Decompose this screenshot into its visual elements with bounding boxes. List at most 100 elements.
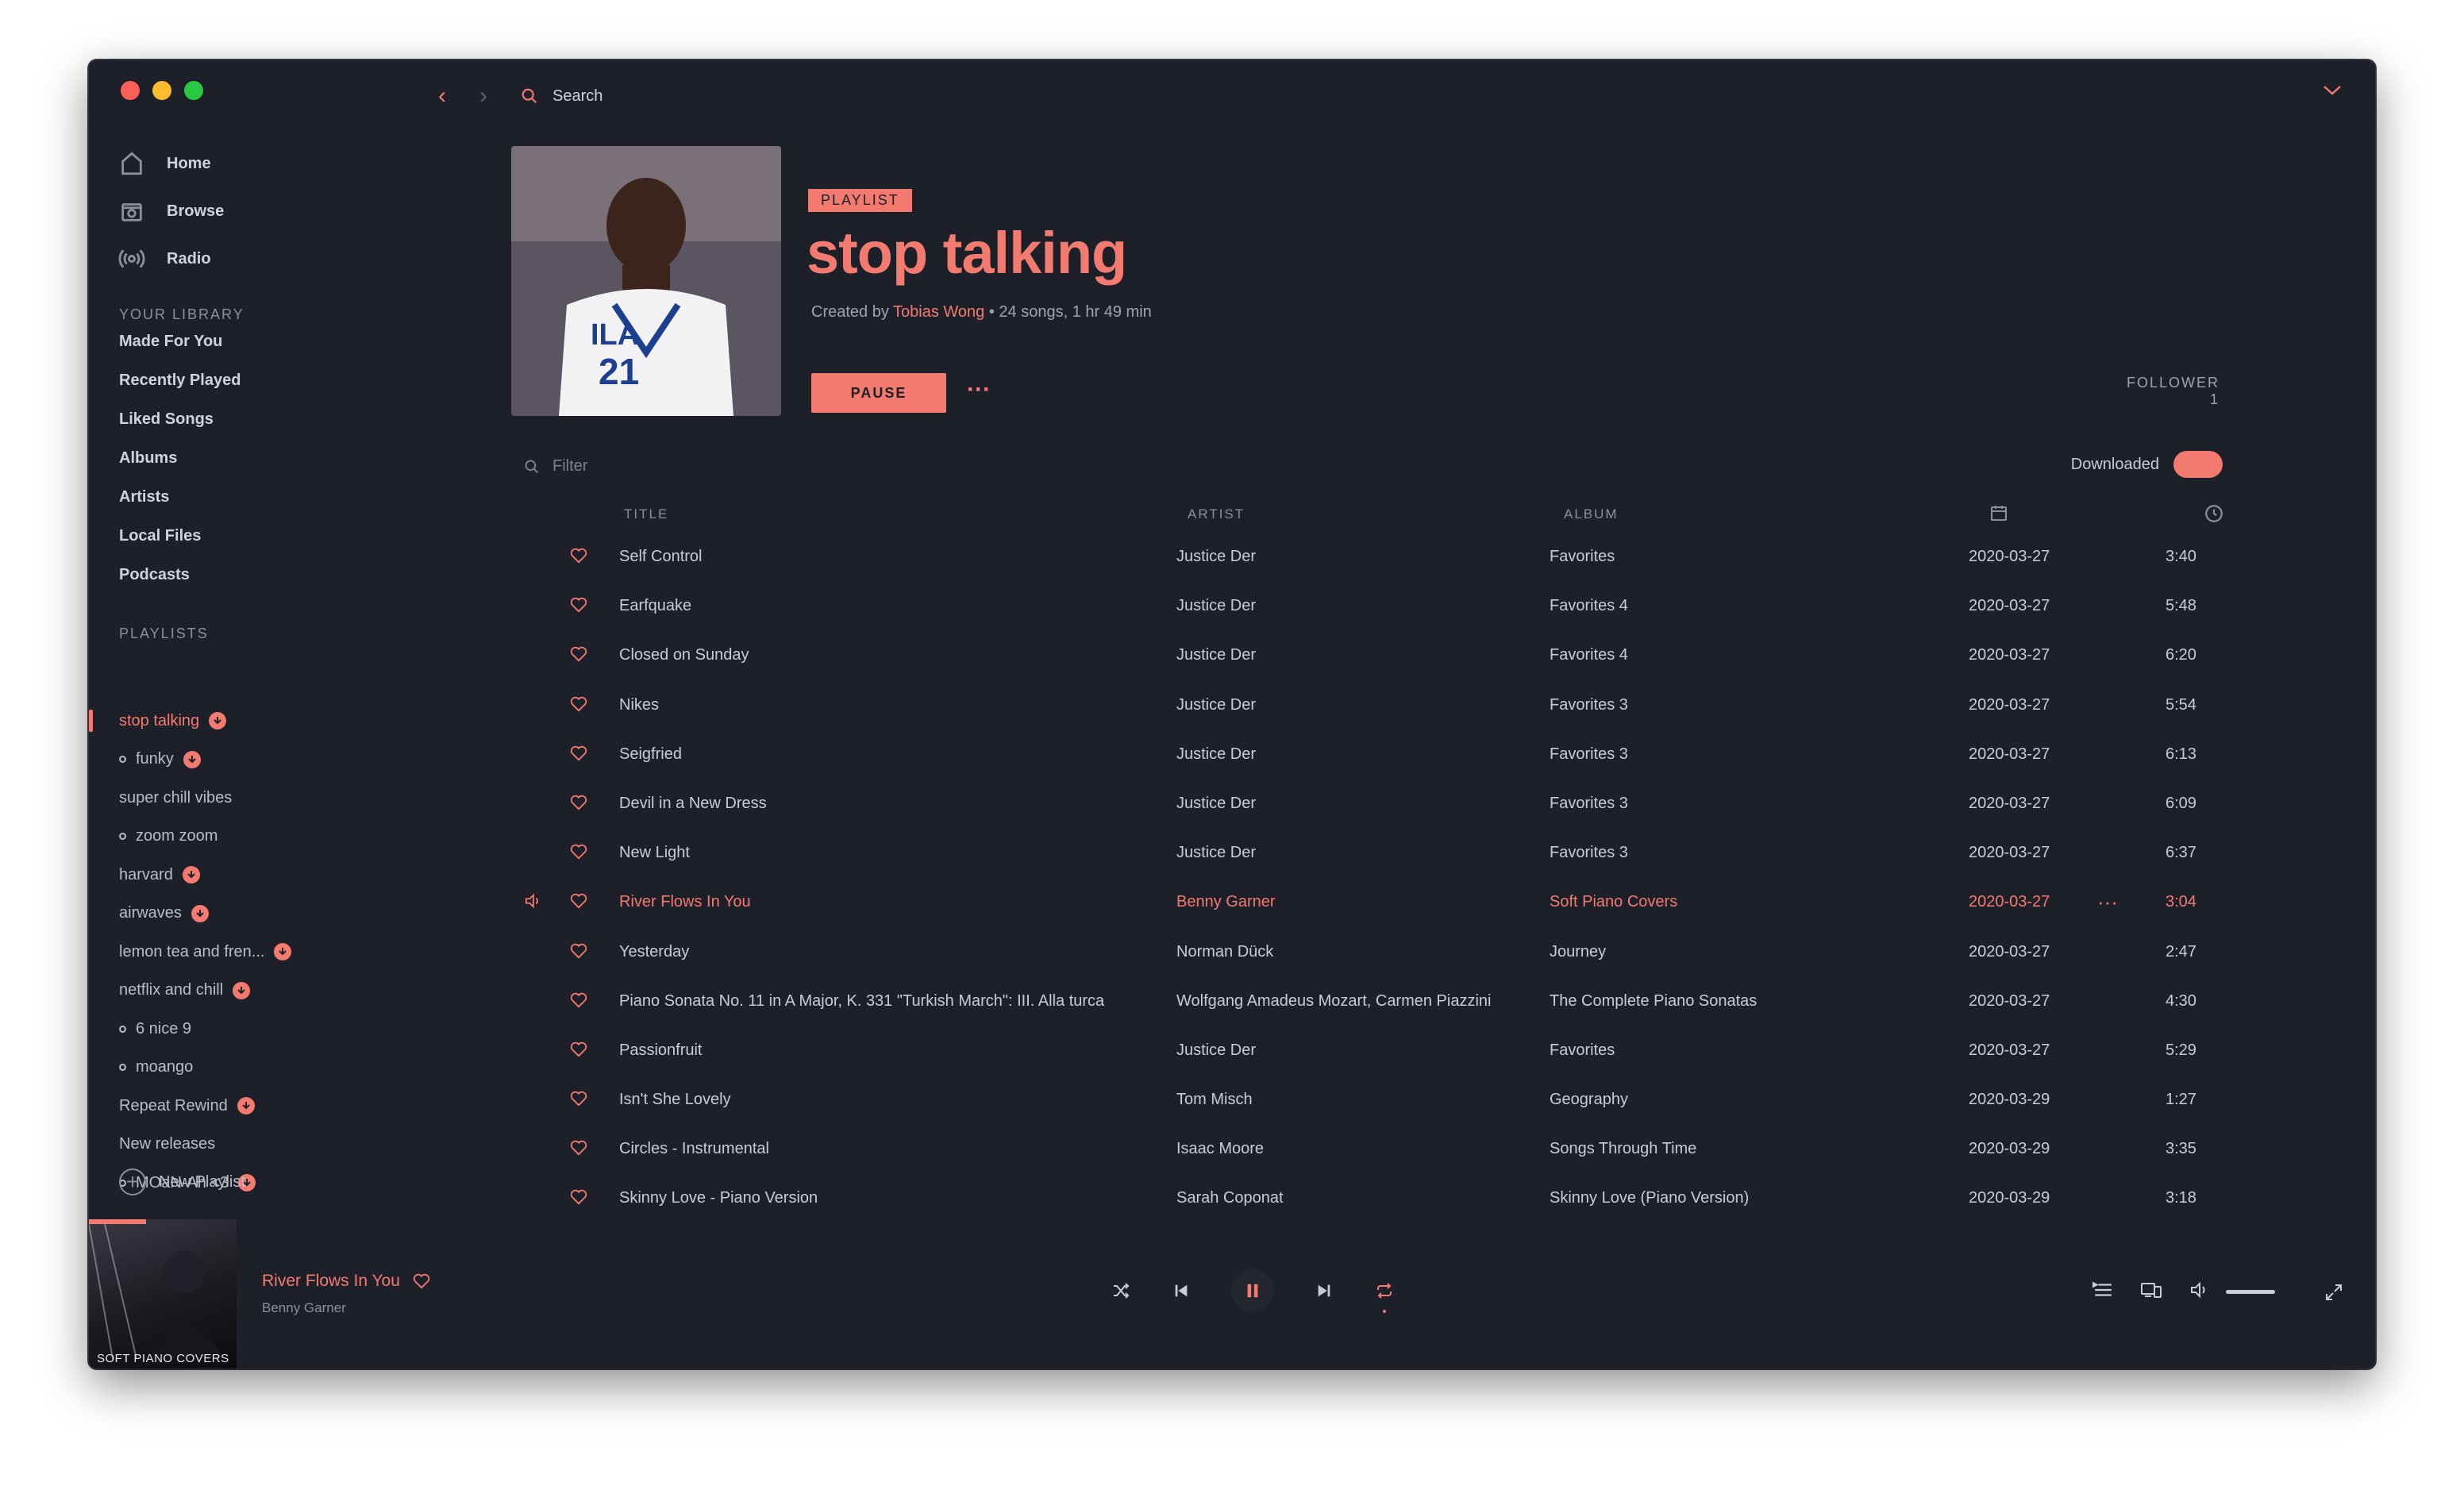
heart-icon[interactable] [570, 893, 587, 909]
heart-icon[interactable] [570, 844, 587, 860]
track-album[interactable]: Soft Piano Covers [1550, 877, 1677, 926]
track-album[interactable]: Favorites 3 [1550, 779, 1628, 828]
track-album[interactable]: Favorites 4 [1550, 581, 1628, 630]
heart-icon[interactable] [570, 1189, 587, 1205]
table-row[interactable]: Skinny Love - Piano Version Sarah Coponat… [89, 1173, 2375, 1222]
clock-icon[interactable] [2204, 503, 2224, 528]
close-window-button[interactable] [121, 81, 140, 100]
heart-icon[interactable] [570, 795, 587, 810]
header-artist[interactable]: ARTIST [1188, 506, 1245, 522]
track-artist[interactable]: Wolfgang Amadeus Mozart, Carmen Piazzini [1176, 976, 1491, 1026]
track-artist[interactable]: Sarah Coponat [1176, 1173, 1284, 1222]
now-playing-title[interactable]: River Flows In You [262, 1272, 400, 1291]
header-title[interactable]: TITLE [624, 506, 668, 522]
repeat-active-dot [1383, 1310, 1386, 1313]
nav-radio[interactable]: Radio [117, 235, 224, 283]
table-row[interactable]: Nikes Justice Der Favorites 3 2020-03-27 5:5… [89, 680, 2375, 730]
track-album[interactable]: Favorites 4 [1550, 630, 1628, 679]
heart-icon[interactable] [570, 943, 587, 959]
table-row[interactable]: Earfquake Justice Der Favorites 4 2020-03-2… [89, 581, 2375, 630]
track-artist[interactable]: Norman Dück [1176, 927, 1273, 976]
track-album[interactable]: The Complete Piano Sonatas [1550, 976, 1757, 1026]
heart-icon[interactable] [413, 1273, 430, 1289]
now-playing-album-art[interactable]: SOFT PIANO COVERS [89, 1219, 237, 1369]
track-artist[interactable]: Justice Der [1176, 532, 1256, 581]
track-artist[interactable]: Justice Der [1176, 1026, 1256, 1075]
track-album[interactable]: Favorites [1550, 1026, 1615, 1075]
track-artist[interactable]: Benny Garner [1176, 877, 1276, 926]
heart-icon[interactable] [570, 745, 587, 761]
track-artist[interactable]: Justice Der [1176, 779, 1256, 828]
table-row[interactable]: Circles - Instrumental Isaac Moore Songs T… [89, 1124, 2375, 1173]
track-album[interactable]: Favorites [1550, 532, 1615, 581]
track-artist[interactable]: Justice Der [1176, 680, 1256, 730]
play-pause-button[interactable] [1211, 1268, 1294, 1313]
track-artist[interactable]: Justice Der [1176, 630, 1256, 679]
table-row[interactable]: Self Control Justice Der Favorites 2020-03-… [89, 532, 2375, 581]
table-row[interactable]: Seigfried Justice Der Favorites 3 2020-03-2… [89, 730, 2375, 779]
track-album[interactable]: Favorites 3 [1550, 828, 1628, 877]
nav-browse[interactable]: Browse [117, 187, 224, 235]
repeat-button[interactable] [1354, 1268, 1415, 1313]
track-album[interactable]: Favorites 3 [1550, 730, 1628, 779]
minimize-window-button[interactable] [152, 81, 171, 100]
shuffle-button[interactable] [1091, 1268, 1151, 1313]
heart-icon[interactable] [570, 1091, 587, 1107]
track-album[interactable]: Skinny Love (Piano Version) [1550, 1173, 1749, 1222]
library-item-recently-played[interactable]: Recently Played [119, 361, 241, 400]
previous-button[interactable] [1151, 1268, 1211, 1313]
track-artist[interactable]: Justice Der [1176, 730, 1256, 779]
track-artist[interactable]: Isaac Moore [1176, 1124, 1264, 1173]
library-heading: YOUR LIBRARY [119, 306, 244, 322]
nav-home[interactable]: Home [117, 140, 224, 187]
track-artist[interactable]: Justice Der [1176, 828, 1256, 877]
heart-icon[interactable] [570, 646, 587, 662]
library-item-albums[interactable]: Albums [119, 439, 241, 478]
fullscreen-icon[interactable] [2324, 1283, 2343, 1306]
search-input[interactable]: Search [521, 87, 603, 106]
top-bar: ‹ › Search [438, 83, 603, 110]
table-row[interactable]: Isn't She Lovely Tom Misch Geography 2020-0… [89, 1075, 2375, 1124]
heart-icon[interactable] [570, 992, 587, 1008]
track-album[interactable]: Geography [1550, 1075, 1628, 1124]
heart-icon[interactable] [570, 597, 587, 613]
track-date-added: 2020-03-29 [1969, 1091, 2050, 1109]
queue-icon[interactable] [2092, 1281, 2113, 1303]
creator-link[interactable]: Tobias Wong [893, 303, 984, 321]
table-row[interactable]: New Light Justice Der Favorites 3 2020-03-2… [89, 828, 2375, 877]
now-playing-artist[interactable]: Benny Garner [262, 1300, 346, 1316]
track-album[interactable]: Songs Through Time [1550, 1124, 1696, 1173]
table-row[interactable]: Passionfruit Justice Der Favorites 2020-03-… [89, 1026, 2375, 1075]
heart-icon[interactable] [570, 1140, 587, 1156]
volume-slider[interactable] [2226, 1290, 2275, 1294]
maximize-window-button[interactable] [184, 81, 203, 100]
chevron-down-icon[interactable] [2321, 83, 2343, 102]
calendar-icon[interactable] [1989, 503, 2008, 526]
next-button[interactable] [1294, 1268, 1354, 1313]
table-row[interactable]: Piano Sonata No. 11 in A Major, K. 331 "… [89, 976, 2375, 1026]
forward-arrow-icon[interactable]: › [479, 83, 521, 110]
library-item-made-for-you[interactable]: Made For You [119, 322, 241, 361]
header-album[interactable]: ALBUM [1564, 506, 1619, 522]
table-row[interactable]: River Flows In You Benny Garner Soft Piano… [89, 877, 2375, 926]
table-row[interactable]: Closed on Sunday Justice Der Favorites 4 20… [89, 630, 2375, 679]
pause-button[interactable]: PAUSE [811, 373, 946, 413]
table-row[interactable]: Yesterday Norman Dück Journey 2020-03-27 2:4… [89, 927, 2375, 976]
nav-radio-label: Radio [167, 249, 211, 268]
track-more-options[interactable]: ··· [2097, 877, 2118, 926]
track-artist[interactable]: Tom Misch [1176, 1075, 1253, 1124]
heart-icon[interactable] [570, 1041, 587, 1057]
downloaded-toggle[interactable] [2173, 451, 2223, 478]
track-album[interactable]: Journey [1550, 927, 1606, 976]
devices-icon[interactable] [2140, 1281, 2162, 1303]
track-artist[interactable]: Justice Der [1176, 581, 1256, 630]
heart-icon[interactable] [570, 548, 587, 564]
filter-input[interactable]: Filter [524, 457, 587, 475]
library-item-liked-songs[interactable]: Liked Songs [119, 400, 241, 439]
heart-icon[interactable] [570, 696, 587, 712]
volume-icon[interactable] [2189, 1281, 2208, 1303]
table-row[interactable]: Devil in a New Dress Justice Der Favorites… [89, 779, 2375, 828]
track-album[interactable]: Favorites 3 [1550, 680, 1628, 730]
more-options-button[interactable]: ··· [967, 376, 991, 403]
back-arrow-icon[interactable]: ‹ [438, 83, 479, 110]
